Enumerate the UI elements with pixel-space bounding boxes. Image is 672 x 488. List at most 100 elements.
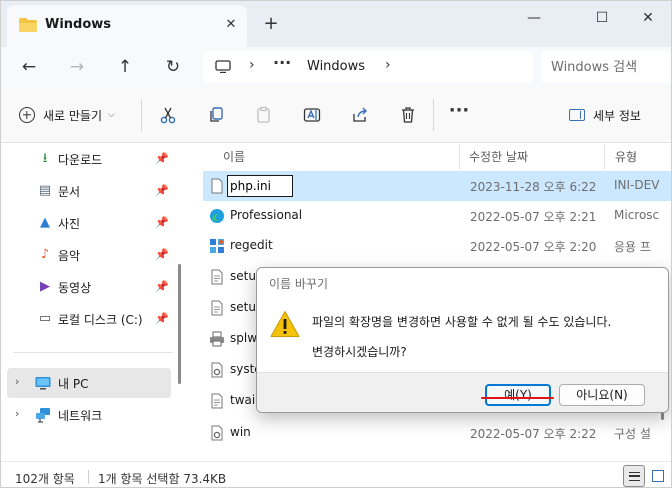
dialog-footer: 예(Y) 아니요(N) <box>257 372 668 412</box>
file-date: 2022-05-07 오후 2:22 <box>470 427 597 441</box>
divider <box>433 99 434 131</box>
file-row[interactable]: Professional 2022-05-07 오후 2:21 Microsc <box>203 201 671 231</box>
dialog-title: 이름 바꾸기 <box>269 277 329 291</box>
file-type: 구성 설 <box>614 427 651 441</box>
column-header-date[interactable]: 수정한 날짜 <box>469 144 528 170</box>
rename-warning-dialog: 이름 바꾸기 파일의 확장명을 변경하면 사용할 수 없게 될 수도 있습니다.… <box>256 267 669 413</box>
back-button[interactable]: ← <box>13 53 45 81</box>
sidebar-item-label: 네트워크 <box>58 409 103 423</box>
paste-icon[interactable] <box>252 103 276 127</box>
tiles-view-button[interactable] <box>647 465 669 487</box>
chevron-right-icon[interactable]: › <box>249 57 255 73</box>
sidebar-item-label: 동영상 <box>58 281 92 295</box>
network-icon <box>36 408 50 423</box>
file-explorer-window: Windows ✕ + — ☐ ✕ ← → ↑ ↻ › ··· Windows … <box>0 0 672 488</box>
sidebar-item-documents[interactable]: ▤ 문서 📌 <box>1 176 173 206</box>
sidebar-item-music[interactable]: ♪ 음악 📌 <box>1 240 173 270</box>
divider <box>13 352 173 353</box>
pin-icon: 📌 <box>155 184 169 197</box>
annotation-underline <box>481 397 554 399</box>
search-box[interactable] <box>541 51 671 83</box>
rename-input[interactable] <box>227 175 293 197</box>
refresh-button[interactable]: ↻ <box>157 53 189 81</box>
new-button[interactable]: 새로 만들기 ⌵ <box>19 103 115 127</box>
pc-icon <box>35 377 51 390</box>
sidebar-item-local-disk[interactable]: ▭ 로컬 디스크 (C:) 📌 <box>1 304 173 334</box>
forward-button[interactable]: → <box>61 53 93 81</box>
file-date: 2022-05-07 오후 2:21 <box>470 210 597 224</box>
file-type: Microsc <box>614 208 660 222</box>
command-bar: 새로 만들기 ⌵ ··· 세부 정보 <box>1 87 671 143</box>
close-window-button[interactable]: ✕ <box>625 5 671 33</box>
search-input[interactable] <box>551 58 666 76</box>
cut-icon[interactable] <box>156 103 180 127</box>
copy-icon[interactable] <box>204 103 228 127</box>
rename-icon[interactable] <box>300 103 324 127</box>
breadcrumb-overflow-button[interactable]: ··· <box>273 53 291 72</box>
minimize-button[interactable]: — <box>511 5 557 33</box>
share-icon[interactable] <box>348 103 372 127</box>
new-label: 새로 만들기 <box>43 108 103 123</box>
list-view-icon <box>629 472 640 481</box>
divider <box>88 470 89 484</box>
expand-chevron-icon[interactable]: › <box>15 375 19 388</box>
file-row[interactable]: regedit 2022-05-07 오후 2:20 응용 프 <box>203 231 671 261</box>
file-type: 응용 프 <box>614 240 651 254</box>
no-button[interactable]: 아니요(N) <box>559 384 645 406</box>
column-divider[interactable] <box>459 144 460 170</box>
regedit-icon <box>210 239 224 253</box>
chevron-right-icon[interactable]: › <box>385 57 391 73</box>
sidebar-item-label: 문서 <box>58 185 81 199</box>
pin-icon: 📌 <box>155 216 169 229</box>
navigation-bar: ← → ↑ ↻ › ··· Windows › <box>1 47 671 87</box>
file-row[interactable]: win 2022-05-07 오후 2:22 구성 설 <box>203 418 671 448</box>
address-bar[interactable]: › ··· Windows › <box>203 51 533 83</box>
file-icon <box>211 269 223 285</box>
pin-icon: 📌 <box>155 248 169 261</box>
expand-chevron-icon[interactable]: › <box>15 407 19 420</box>
pin-icon: 📌 <box>155 312 169 325</box>
sidebar-item-label: 로컬 디스크 (C:) <box>58 313 143 327</box>
delete-icon[interactable] <box>396 103 420 127</box>
download-icon: ⭳ <box>42 151 48 166</box>
sidebar-item-this-pc[interactable]: › 내 PC <box>7 368 171 398</box>
sidebar-item-downloads[interactable]: ⭳ 다운로드 📌 <box>1 144 173 174</box>
settings-file-icon <box>211 362 223 378</box>
sort-ascending-icon: ⌃ <box>333 144 342 151</box>
monitor-icon <box>215 60 231 73</box>
new-tab-button[interactable]: + <box>259 13 283 37</box>
folder-icon <box>19 18 37 32</box>
sidebar-scrollbar[interactable] <box>178 264 181 384</box>
edge-icon <box>210 209 224 223</box>
yes-button[interactable]: 예(Y) <box>485 384 551 406</box>
file-icon <box>211 300 223 316</box>
file-row[interactable]: 2023-11-28 오후 6:22 INI-DEV <box>203 171 671 201</box>
breadcrumb-windows[interactable]: Windows <box>307 59 365 74</box>
file-type: INI-DEV <box>614 178 660 192</box>
details-pane-button[interactable]: 세부 정보 <box>569 105 641 125</box>
tab-windows[interactable]: Windows ✕ <box>7 5 247 47</box>
sidebar-item-videos[interactable]: ▶ 동영상 📌 <box>1 272 173 302</box>
file-name: Professional <box>230 208 303 222</box>
sidebar-item-network[interactable]: › 네트워크 <box>7 400 171 430</box>
maximize-button[interactable]: ☐ <box>579 5 625 33</box>
more-options-button[interactable]: ··· <box>447 101 471 125</box>
pin-icon: 📌 <box>155 152 169 165</box>
details-view-button[interactable] <box>623 465 645 487</box>
tab-title: Windows <box>45 17 112 32</box>
dialog-question: 변경하시겠습니까? <box>312 345 407 359</box>
sidebar-item-label: 다운로드 <box>58 153 103 167</box>
column-divider[interactable] <box>604 144 605 170</box>
sidebar-item-pictures[interactable]: ▲ 사진 📌 <box>1 208 173 238</box>
column-header-name[interactable]: 이름 <box>223 144 245 170</box>
music-icon: ♪ <box>40 247 50 262</box>
navigation-pane: ⭳ 다운로드 📌 ▤ 문서 📌 ▲ 사진 📌 ♪ 음악 📌 ▶ 동영상 📌 ▭ … <box>1 144 187 461</box>
tab-close-icon[interactable]: ✕ <box>221 15 241 35</box>
column-header-type[interactable]: 유형 <box>615 144 637 170</box>
tiles-view-icon <box>652 470 664 482</box>
file-icon <box>211 393 223 409</box>
printer-icon <box>210 331 224 347</box>
pictures-icon: ▲ <box>40 215 50 230</box>
documents-icon: ▤ <box>38 183 52 198</box>
up-button[interactable]: ↑ <box>109 53 141 81</box>
